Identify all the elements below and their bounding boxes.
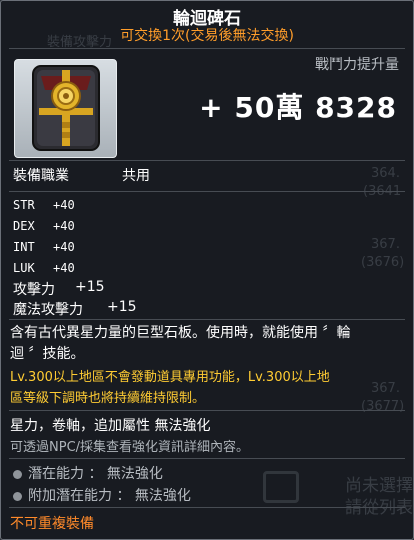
magic-attack-label: 魔法攻擊力 bbox=[13, 302, 83, 318]
bonus-potential-text: 附加潛在能力 ： 無法強化 bbox=[28, 488, 191, 504]
no-duplicate-note: 不可重複裝備 bbox=[10, 516, 94, 532]
black-stone-tablet-icon bbox=[32, 65, 100, 151]
attack-stat: 攻擊力 +15 bbox=[13, 279, 105, 299]
divider bbox=[9, 48, 405, 49]
item-tooltip: 裝備攻擊力 364. (3641 367. (3676) 367. (3677)… bbox=[0, 0, 414, 540]
stat-name: DEX bbox=[13, 219, 35, 233]
power-increase-label: 戰鬥力提升量 bbox=[315, 57, 399, 73]
divider bbox=[9, 191, 405, 192]
stat-luk: LUK +40 bbox=[13, 261, 75, 275]
divider bbox=[9, 319, 405, 320]
enhance-flags: 星力，卷軸，追加屬性 無法強化 bbox=[10, 418, 211, 434]
stat-name: STR bbox=[13, 198, 35, 212]
ghost-text: 364. bbox=[371, 166, 400, 181]
stat-name: LUK bbox=[13, 261, 35, 275]
divider bbox=[9, 458, 405, 459]
bullet-icon bbox=[13, 469, 22, 479]
level-warning-line: Lv.300以上地區不會發動道具專用功能，Lv.300以上地 bbox=[10, 370, 330, 385]
job-label: 裝備職業 bbox=[13, 168, 69, 184]
divider bbox=[9, 410, 405, 411]
potential-row: 潛在能力 ： 無法強化 bbox=[13, 463, 163, 483]
stat-value: +40 bbox=[53, 198, 75, 212]
stat-name: INT bbox=[13, 240, 35, 254]
divider bbox=[9, 507, 405, 508]
magic-attack-value: +15 bbox=[107, 299, 137, 315]
trade-note: 可交換1次(交易後無法交換) bbox=[120, 28, 294, 44]
ghost-text: 367. bbox=[371, 237, 400, 252]
job-value: 共用 bbox=[122, 168, 150, 184]
bullet-icon bbox=[13, 491, 22, 501]
power-increase-value: + 50萬 8328 bbox=[199, 91, 397, 124]
attack-value: +15 bbox=[75, 279, 105, 295]
stat-value: +40 bbox=[53, 219, 75, 233]
divider bbox=[9, 160, 405, 161]
stat-value: +40 bbox=[53, 240, 75, 254]
magic-attack-stat: 魔法攻擊力 +15 bbox=[13, 299, 137, 319]
bonus-potential-row: 附加潛在能力 ： 無法強化 bbox=[13, 485, 191, 505]
stat-int: INT +40 bbox=[13, 240, 75, 254]
stat-str: STR +40 bbox=[13, 198, 75, 212]
lock-icon bbox=[263, 471, 299, 503]
stat-value: +40 bbox=[53, 261, 75, 275]
description-line: 迴 〞技能。 bbox=[10, 346, 85, 362]
potential-text: 潛在能力 ： 無法強化 bbox=[28, 466, 163, 482]
ghost-text: (3676) bbox=[361, 255, 405, 270]
enhance-hint: 可透過NPC/採集查看強化資訊詳細內容。 bbox=[10, 440, 250, 455]
attack-label: 攻擊力 bbox=[13, 282, 55, 298]
ghost-text: 請從列表 bbox=[345, 498, 413, 518]
level-warning-line: 區等級下調時也將持續維持限制。 bbox=[10, 391, 206, 406]
item-icon-frame bbox=[14, 59, 117, 158]
description-line: 含有古代異星力量的巨型石板。使用時，就能使用 〞輪 bbox=[10, 325, 351, 341]
stat-dex: DEX +40 bbox=[13, 219, 75, 233]
